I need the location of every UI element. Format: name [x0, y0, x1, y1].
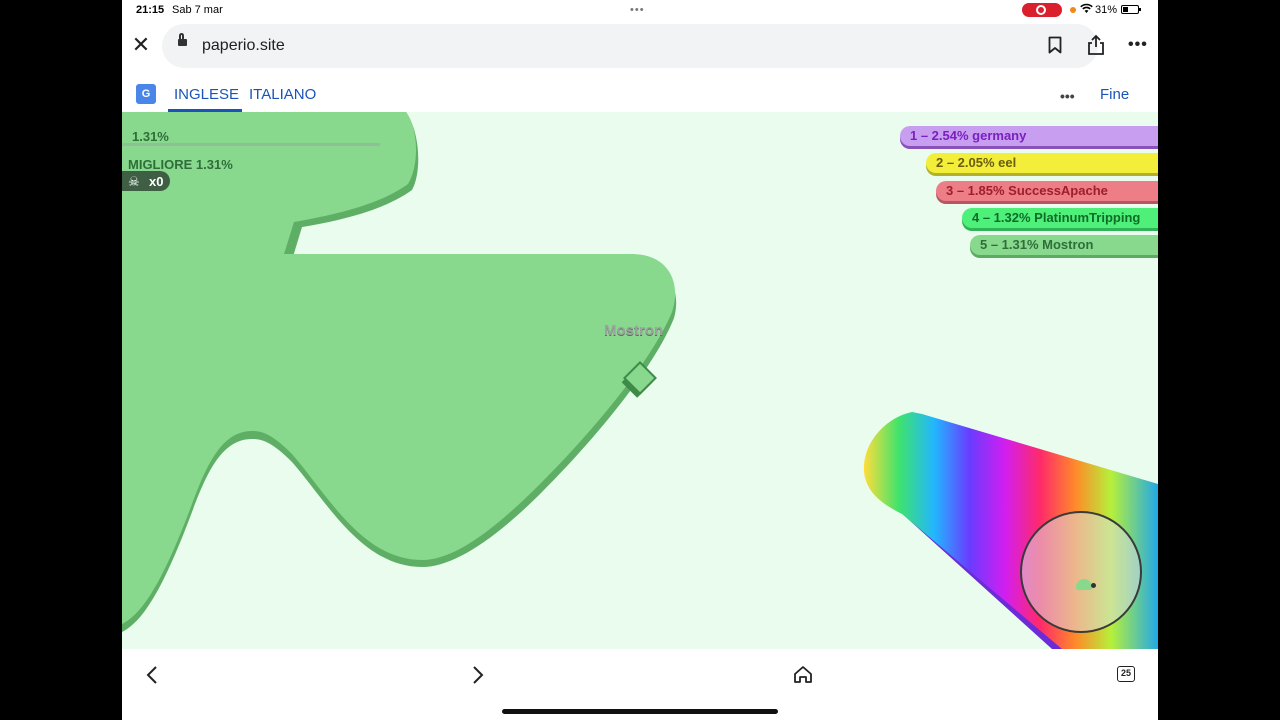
leaderboard-entry: 1 – 2.54% germany: [900, 126, 1158, 146]
share-icon[interactable]: [1086, 34, 1106, 56]
status-bar: 21:15 Sab 7 mar ••• 31%: [122, 0, 1158, 22]
done-button[interactable]: Fine: [1100, 86, 1129, 103]
tabs-button[interactable]: 25: [1112, 661, 1142, 689]
home-icon[interactable]: [788, 661, 818, 689]
bookmark-icon[interactable]: [1048, 36, 1062, 54]
forward-icon[interactable]: [462, 661, 492, 689]
game-canvas[interactable]: 1.31% MIGLIORE 1.31% ☠ x0 Mostron 1 – 2.…: [122, 112, 1158, 649]
kill-count: x0: [149, 174, 164, 189]
territory-progress-bar: [122, 143, 380, 146]
turtle-icon: [1076, 579, 1096, 590]
tab-target-language[interactable]: ITALIANO: [249, 86, 316, 103]
status-time: 21:15: [136, 4, 165, 16]
tab-source-language[interactable]: INGLESE: [174, 86, 239, 103]
close-icon[interactable]: ✕: [130, 34, 152, 56]
address-bar[interactable]: paperio.site: [162, 24, 1104, 68]
leaderboard-entry: 5 – 1.31% Mostron: [970, 235, 1158, 255]
battery-percent: 31%: [1095, 4, 1118, 16]
leaderboard-entry: 2 – 2.05% eel: [926, 153, 1158, 173]
mic-indicator-icon: [1070, 7, 1076, 13]
player-territory-top: [122, 112, 676, 624]
leaderboard-entry: 3 – 1.85% SuccessApache: [936, 181, 1158, 201]
url-text[interactable]: paperio.site: [202, 37, 285, 55]
best-score: MIGLIORE 1.31%: [128, 157, 233, 172]
lock-icon: [178, 33, 187, 46]
battery-icon: [1121, 5, 1141, 14]
ipad-screen: 21:15 Sab 7 mar ••• 31% ✕ paperio.site •…: [122, 0, 1158, 720]
more-options-icon[interactable]: •••: [1128, 36, 1148, 54]
player-name-label: Mostron: [604, 322, 664, 339]
status-date: Sab 7 mar: [172, 4, 223, 16]
wifi-icon: [1080, 3, 1093, 17]
multitask-dots-icon[interactable]: •••: [630, 4, 645, 16]
virtual-joystick[interactable]: [1020, 511, 1142, 633]
browser-toolbar: 25: [122, 649, 1158, 720]
tabs-count: 25: [1117, 666, 1135, 682]
leaderboard-entry: 4 – 1.32% PlatinumTripping: [962, 208, 1158, 228]
screen-recording-icon[interactable]: [1022, 3, 1062, 17]
google-translate-icon[interactable]: G: [136, 84, 156, 106]
translate-options-icon[interactable]: •••: [1060, 88, 1075, 104]
back-icon[interactable]: [138, 661, 168, 689]
skull-icon: ☠: [128, 174, 140, 189]
kill-counter: ☠ x0: [122, 171, 170, 191]
territory-percent: 1.31%: [132, 129, 169, 144]
home-indicator[interactable]: [502, 709, 778, 714]
